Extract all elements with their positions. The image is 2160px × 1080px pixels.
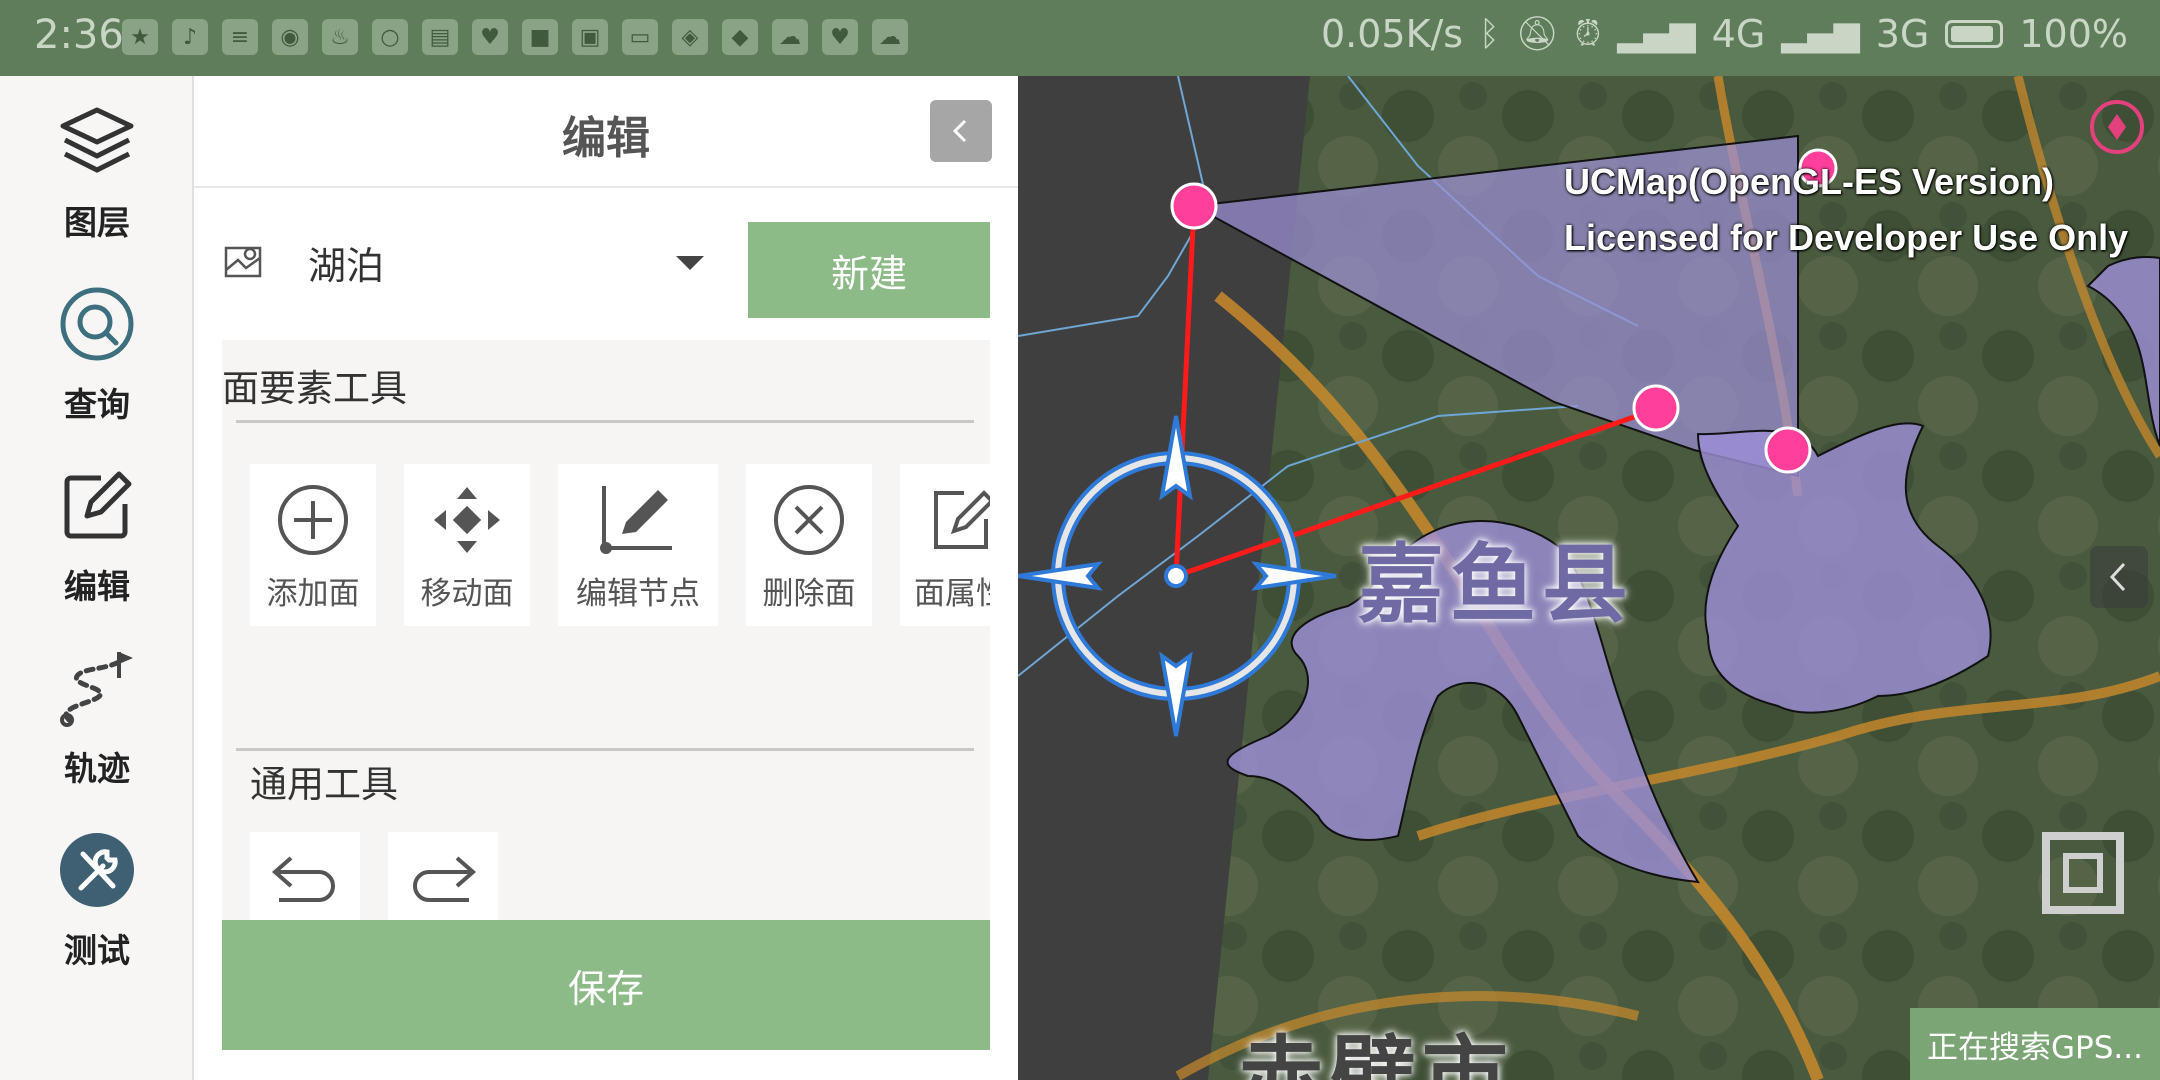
music-icon: ♪ [172,19,208,55]
tools-area: 面要素工具 添加面 移动面 编辑节点 删除面 面属 通用工具 [222,340,990,1002]
nav-item-test[interactable]: 测试 [0,830,194,972]
layers-icon [57,102,137,182]
nav-label-layers: 图层 [64,203,130,242]
divider [236,748,974,751]
polygon-vertex[interactable] [1764,426,1812,474]
signal-4g-label: 4G [1711,12,1766,56]
attribute-edit-icon [930,480,990,560]
bluetooth-icon: ᛒ [1479,14,1500,54]
compass-icon[interactable] [2090,100,2144,154]
place-label: 嘉鱼县 [1358,535,1634,635]
save-button[interactable]: 保存 [222,920,990,1050]
doc-icon: ▤ [422,19,458,55]
signal-3g-label: 3G [1875,12,1930,56]
square-app-icon: ■ [522,19,558,55]
watermark-line: UCMap(OpenGL-ES Version) [1564,161,2055,202]
edit-node-button[interactable]: 编辑节点 [558,464,718,626]
chevron-left-icon [952,119,967,143]
alarm-icon: ⏰︎ [1574,14,1602,54]
gamepad-icon: ▭ [622,19,658,55]
tool-label: 添加面 [266,576,360,612]
new-button[interactable]: 新建 [748,222,990,318]
gps-status-badge: 正在搜索GPS... [1910,1008,2160,1080]
polygon-attribute-button[interactable]: 面属性 [900,464,990,626]
status-time: 2:36 [34,12,124,58]
nav-label-edit: 编辑 [64,567,130,606]
map-watermark: UCMap(OpenGL-ES Version) Licensed for De… [1564,154,2128,266]
heart-icon: ♥ [472,19,508,55]
search-icon [57,284,137,364]
signal-3g-icon: ▂▄▆ [1781,14,1860,54]
polygon-vertex[interactable] [1632,384,1680,432]
tool-label: 删除面 [762,576,856,612]
edit-guide-line [1173,205,1197,577]
move-polygon-button[interactable]: 移动面 [404,464,530,626]
network-speed: 0.05K/s [1320,12,1464,56]
divider [236,420,974,423]
nav-label-track: 轨迹 [64,749,130,788]
tool-label: 编辑节点 [576,576,700,612]
love-icon: ♥ [822,19,858,55]
chevron-left-icon [2109,562,2126,592]
nav-item-query[interactable]: 查询 [0,284,194,426]
battery-level: 100% [2019,12,2128,56]
search-app-icon: ○ [372,19,408,55]
polygon-tools-title: 面要素工具 [222,367,407,410]
nav-item-track[interactable]: 轨迹 [0,648,194,790]
mute-icon: 🔕︎ [1515,14,1559,54]
map-view[interactable]: 嘉鱼县 赤壁市 UCMap(OpenGL-ES Version) License… [1018,76,2160,1080]
tool-label: 面属性 [914,576,990,612]
undo-icon [269,848,341,918]
bag-icon: ▣ [572,19,608,55]
location-icon: ◆ [722,19,758,55]
add-polygon-button[interactable]: 添加面 [250,464,376,626]
edit-icon [57,466,137,546]
status-bar: 2:36 ★ ♪ ≡ ◉ ♨ ○ ▤ ♥ ■ ▣ ▭ ◈ ◆ ☁ ♥ ☁ 0.0… [0,0,2160,76]
battery-icon [1945,20,2004,48]
move-arrows-icon [430,480,504,560]
tool-label: 移动面 [420,576,514,612]
edit-node-icon [598,480,678,560]
delete-circle-icon [772,480,846,560]
chevron-down-icon [676,256,704,270]
android-icon: ☁ [772,19,808,55]
news-icon: ≡ [222,19,258,55]
panel-title: 编辑 [562,113,650,164]
layer-select-value: 湖泊 [308,243,385,288]
nav-item-edit[interactable]: 编辑 [0,466,194,608]
collapse-panel-button[interactable] [930,100,992,162]
nav-item-layers[interactable]: 图层 [0,102,194,244]
place-label: 赤壁市 [1238,1027,1514,1080]
layer-select[interactable]: 湖泊 [224,222,714,302]
nav-label-query: 查询 [64,385,130,424]
panel-header: 编辑 [194,76,1018,188]
map-layer-icon [224,246,262,278]
fire-icon: ♨ [322,19,358,55]
photo-icon: ☁ [872,19,908,55]
signal-icon: ▂▄▆ [1617,14,1696,54]
add-circle-icon [276,480,350,560]
track-icon [57,648,137,728]
status-right: 0.05K/s ᛒ 🔕︎ ⏰︎ ▂▄▆ 4G ▂▄▆ 3G 100% [1321,12,2128,56]
nav-rail: 图层 查询 编辑 轨迹 测试 [0,76,194,1080]
star-app-icon: ★ [122,19,158,55]
general-tools-title: 通用工具 [250,763,398,806]
redo-icon [407,848,479,918]
map-app-icon: ◈ [672,19,708,55]
nav-label-test: 测试 [64,931,130,970]
chat-icon: ◉ [272,19,308,55]
edit-panel: 编辑 湖泊 新建 面要素工具 添加面 移动面 编辑节点 删除面 面属 通用工具 … [194,76,1018,1080]
watermark-line: Licensed for Developer Use Only [1564,217,2129,258]
delete-polygon-button[interactable]: 删除面 [746,464,872,626]
expand-panel-button[interactable] [2090,546,2148,608]
wrench-icon [57,830,137,910]
notification-icons: ★ ♪ ≡ ◉ ♨ ○ ▤ ♥ ■ ▣ ▭ ◈ ◆ ☁ ♥ ☁ [122,19,908,55]
polygon-vertex[interactable] [1170,182,1218,230]
